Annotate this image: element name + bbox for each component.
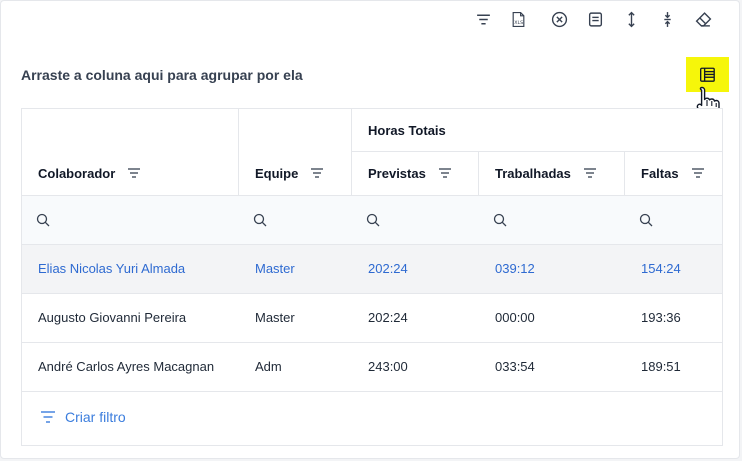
band-header-horas-totais: Horas Totais	[368, 122, 446, 138]
divider	[22, 244, 722, 245]
divider	[351, 109, 352, 195]
cell-faltas: 189:51	[641, 359, 681, 374]
create-filter-label: Criar filtro	[65, 409, 126, 425]
group-panel-hint: Arraste a coluna aqui para agrupar por e…	[21, 67, 303, 83]
expand-vertical-icon[interactable]	[621, 9, 641, 29]
divider	[238, 109, 239, 195]
column-header-label: Faltas	[641, 165, 679, 181]
cell-faltas: 193:36	[641, 310, 681, 325]
cell-colaborador: Augusto Giovanni Pereira	[38, 310, 187, 325]
search-icon[interactable]	[639, 195, 653, 244]
cell-trabalhadas: 033:54	[495, 359, 535, 374]
column-menu-icon[interactable]	[583, 167, 597, 179]
search-icon[interactable]	[493, 195, 507, 244]
column-chooser-icon	[699, 67, 715, 82]
table-row[interactable]: Augusto Giovanni Pereira Master 202:24 0…	[22, 293, 722, 342]
column-menu-icon[interactable]	[310, 167, 324, 179]
eraser-icon[interactable]	[693, 9, 713, 29]
cell-previstas: 202:24	[368, 261, 408, 276]
cell-equipe: Master	[255, 261, 295, 276]
column-menu-icon[interactable]	[438, 167, 452, 179]
column-header-trabalhadas[interactable]: Trabalhadas	[495, 151, 597, 195]
clear-circle-icon[interactable]	[549, 9, 569, 29]
column-header-label: Equipe	[255, 165, 299, 181]
divider	[22, 195, 722, 196]
cell-equipe: Master	[255, 310, 295, 325]
export-xls-icon[interactable]: XLS	[508, 9, 528, 29]
cell-previstas: 243:00	[368, 359, 408, 374]
column-menu-icon[interactable]	[691, 167, 705, 179]
divider	[22, 391, 722, 392]
panel-icon[interactable]	[585, 9, 605, 29]
column-header-label: Previstas	[368, 165, 426, 181]
column-header-colaborador[interactable]: Colaborador	[38, 151, 141, 195]
cell-trabalhadas: 039:12	[495, 261, 535, 276]
cell-colaborador: André Carlos Ayres Macagnan	[38, 359, 215, 374]
cell-colaborador: Elias Nicolas Yuri Almada	[38, 261, 186, 276]
search-icon[interactable]	[36, 195, 50, 244]
xls-label: XLS	[514, 19, 523, 25]
filter-icon[interactable]	[473, 9, 493, 29]
cell-equipe: Adm	[255, 359, 282, 374]
column-menu-icon[interactable]	[127, 167, 141, 179]
data-grid: Horas Totais Colaborador Equipe Prevista…	[21, 108, 723, 446]
divider	[478, 151, 479, 195]
column-header-label: Trabalhadas	[495, 165, 571, 181]
divider	[624, 151, 625, 195]
divider	[22, 293, 722, 294]
column-header-label: Colaborador	[38, 165, 116, 181]
divider	[22, 342, 722, 343]
filter-row	[22, 195, 722, 244]
cell-previstas: 202:24	[368, 310, 408, 325]
search-icon[interactable]	[253, 195, 267, 244]
column-header-previstas[interactable]: Previstas	[368, 151, 452, 195]
column-header-equipe[interactable]: Equipe	[255, 151, 324, 195]
filter-icon	[41, 411, 55, 423]
divider	[351, 151, 722, 152]
collapse-vertical-icon[interactable]	[657, 9, 677, 29]
search-icon[interactable]	[366, 195, 380, 244]
table-row[interactable]: André Carlos Ayres Macagnan Adm 243:00 0…	[22, 342, 722, 391]
cell-faltas: 154:24	[641, 261, 681, 276]
grid-card: XLS Arraste a coluna aqui para agrupar p…	[0, 0, 740, 459]
toolbar: XLS	[0, 9, 739, 29]
cell-trabalhadas: 000:00	[495, 310, 535, 325]
column-header-faltas[interactable]: Faltas	[641, 151, 705, 195]
create-filter-button[interactable]: Criar filtro	[40, 409, 126, 425]
table-row[interactable]: Elias Nicolas Yuri Almada Master 202:24 …	[22, 244, 722, 293]
